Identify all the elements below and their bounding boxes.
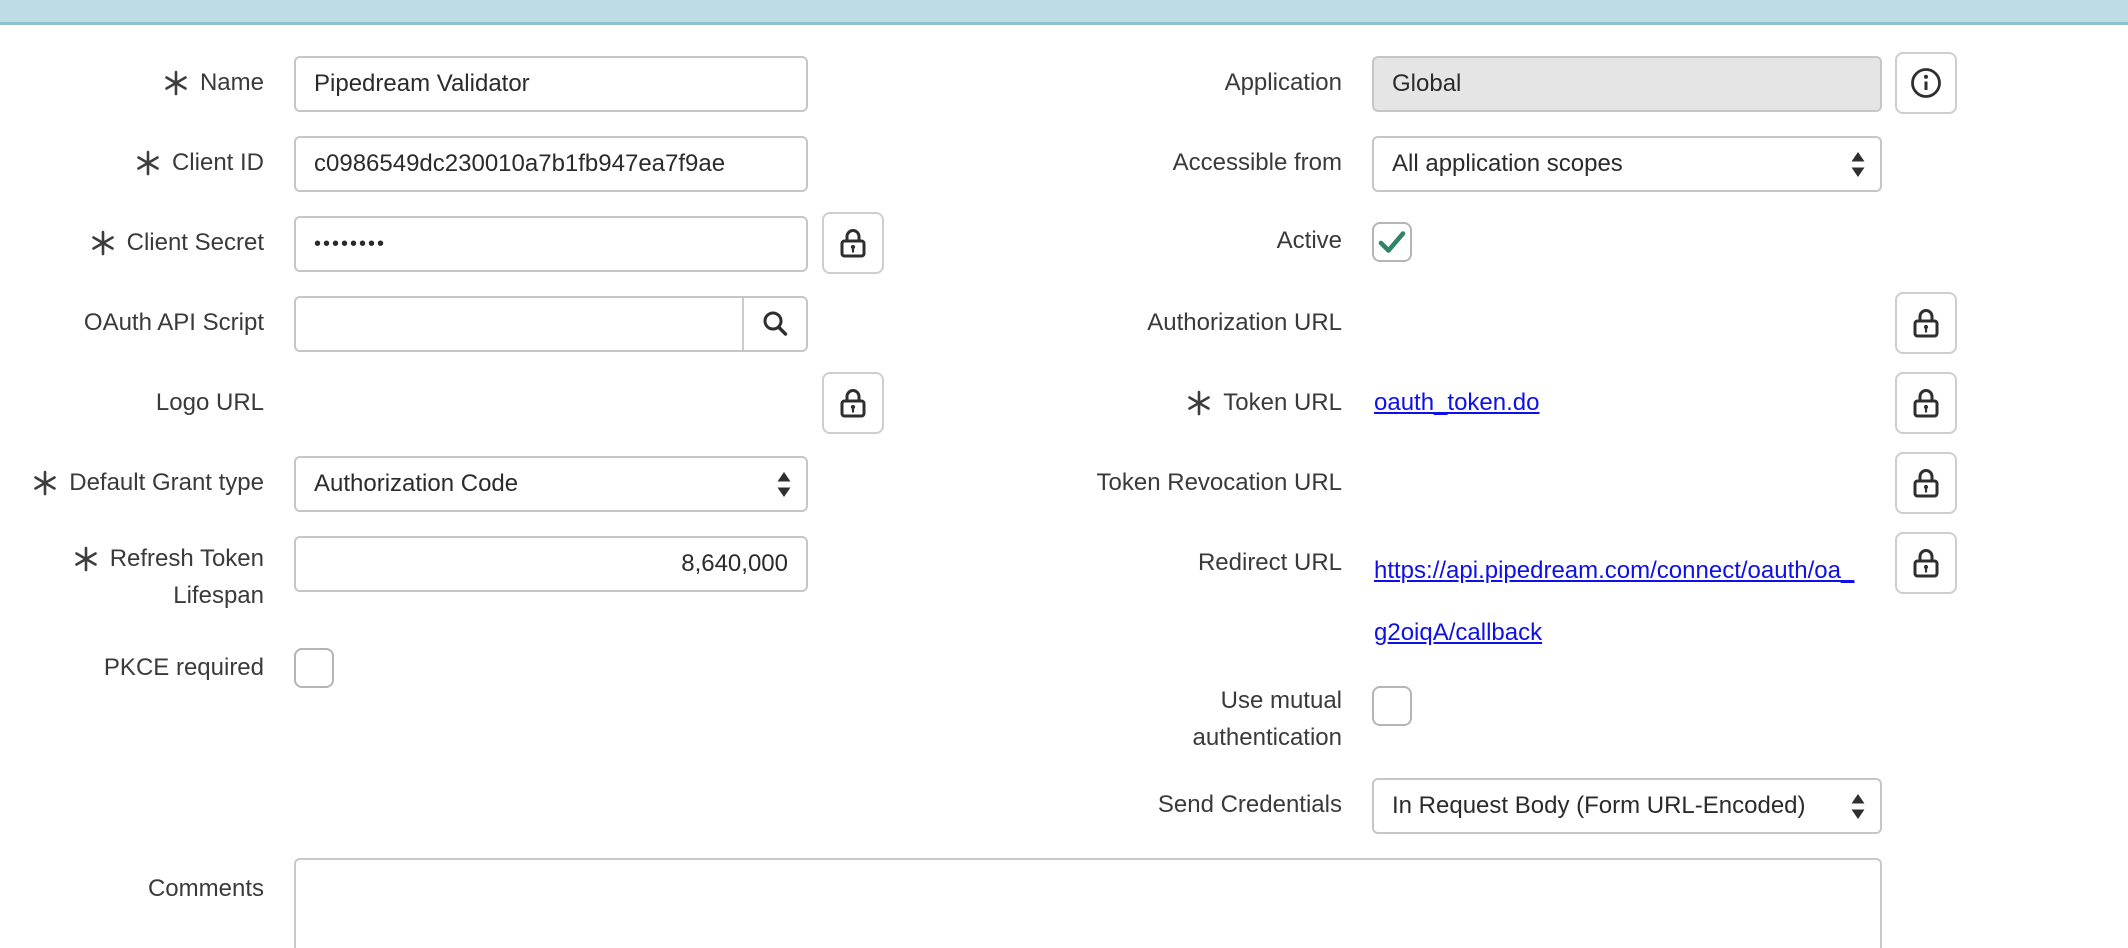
lock-icon — [836, 226, 870, 260]
field-label-send-credentials: Send Credentials — [1000, 778, 1342, 832]
token-url-lock-button[interactable] — [1895, 372, 1957, 434]
field-label-logo-url: Logo URL — [20, 376, 264, 430]
oauth-api-script-input[interactable] — [296, 298, 734, 350]
field-label-name: Name — [20, 56, 264, 110]
application-info-button[interactable] — [1895, 52, 1957, 114]
required-icon — [163, 70, 189, 96]
client-secret-lock-button[interactable] — [822, 212, 884, 274]
required-icon — [73, 546, 99, 572]
token-revocation-url-lock-button[interactable] — [1895, 452, 1957, 514]
comments-textarea[interactable] — [294, 858, 1882, 948]
required-icon — [32, 470, 58, 496]
client-secret-input[interactable] — [294, 216, 808, 272]
field-label-client-id: Client ID — [20, 136, 264, 190]
checkmark-icon — [1375, 225, 1409, 259]
form-header-strip — [0, 0, 2128, 25]
oauth-application-registry-form: Name Client ID Client Secret OAuth API S… — [0, 0, 2128, 948]
application-input — [1372, 56, 1882, 112]
field-label-default-grant-type: Default Grant type — [20, 456, 264, 510]
field-label-redirect-url: Redirect URL — [1000, 536, 1342, 590]
oauth-api-script-lookup-button[interactable] — [742, 298, 806, 350]
lock-icon — [1909, 306, 1943, 340]
redirect-url-lock-button[interactable] — [1895, 532, 1957, 594]
oauth-api-script-reference-field — [294, 296, 808, 352]
accessible-from-select[interactable]: All application scopes — [1372, 136, 1882, 192]
lock-icon — [836, 386, 870, 420]
field-label-use-mutual-authentication: Use mutual authentication — [1000, 682, 1342, 756]
field-label-client-secret: Client Secret — [20, 216, 264, 270]
refresh-token-lifespan-input[interactable] — [294, 536, 808, 592]
logo-url-lock-button[interactable] — [822, 372, 884, 434]
default-grant-type-select[interactable]: Authorization Code — [294, 456, 808, 512]
select-arrows-icon — [1850, 151, 1866, 178]
name-input[interactable] — [294, 56, 808, 112]
send-credentials-select[interactable]: In Request Body (Form URL-Encoded) — [1372, 778, 1882, 834]
client-id-input[interactable] — [294, 136, 808, 192]
field-label-refresh-token-lifespan: Refresh Token Lifespan — [20, 540, 264, 614]
search-icon — [759, 308, 791, 340]
field-label-token-url: Token URL — [1000, 376, 1342, 430]
redirect-url-link[interactable]: https://api.pipedream.com/connect/oauth/… — [1374, 540, 1854, 664]
lock-icon — [1909, 386, 1943, 420]
lock-icon — [1909, 546, 1943, 580]
field-label-active: Active — [1000, 214, 1342, 268]
use-mutual-authentication-checkbox[interactable] — [1372, 686, 1412, 726]
select-arrows-icon — [1850, 793, 1866, 820]
field-label-token-revocation-url: Token Revocation URL — [1000, 456, 1342, 510]
select-arrows-icon — [776, 471, 792, 498]
field-label-application: Application — [1000, 56, 1342, 110]
required-icon — [90, 230, 116, 256]
field-label-authorization-url: Authorization URL — [1000, 296, 1342, 350]
required-icon — [1186, 390, 1212, 416]
active-checkbox[interactable] — [1372, 222, 1412, 262]
field-label-comments: Comments — [20, 862, 264, 916]
info-icon — [1908, 65, 1944, 101]
pkce-required-checkbox[interactable] — [294, 648, 334, 688]
token-url-link[interactable]: oauth_token.do — [1374, 389, 1539, 417]
field-label-pkce-required: PKCE required — [20, 648, 264, 688]
authorization-url-lock-button[interactable] — [1895, 292, 1957, 354]
lock-icon — [1909, 466, 1943, 500]
required-icon — [135, 150, 161, 176]
field-label-oauth-api-script: OAuth API Script — [20, 296, 264, 350]
field-label-accessible-from: Accessible from — [1000, 136, 1342, 190]
